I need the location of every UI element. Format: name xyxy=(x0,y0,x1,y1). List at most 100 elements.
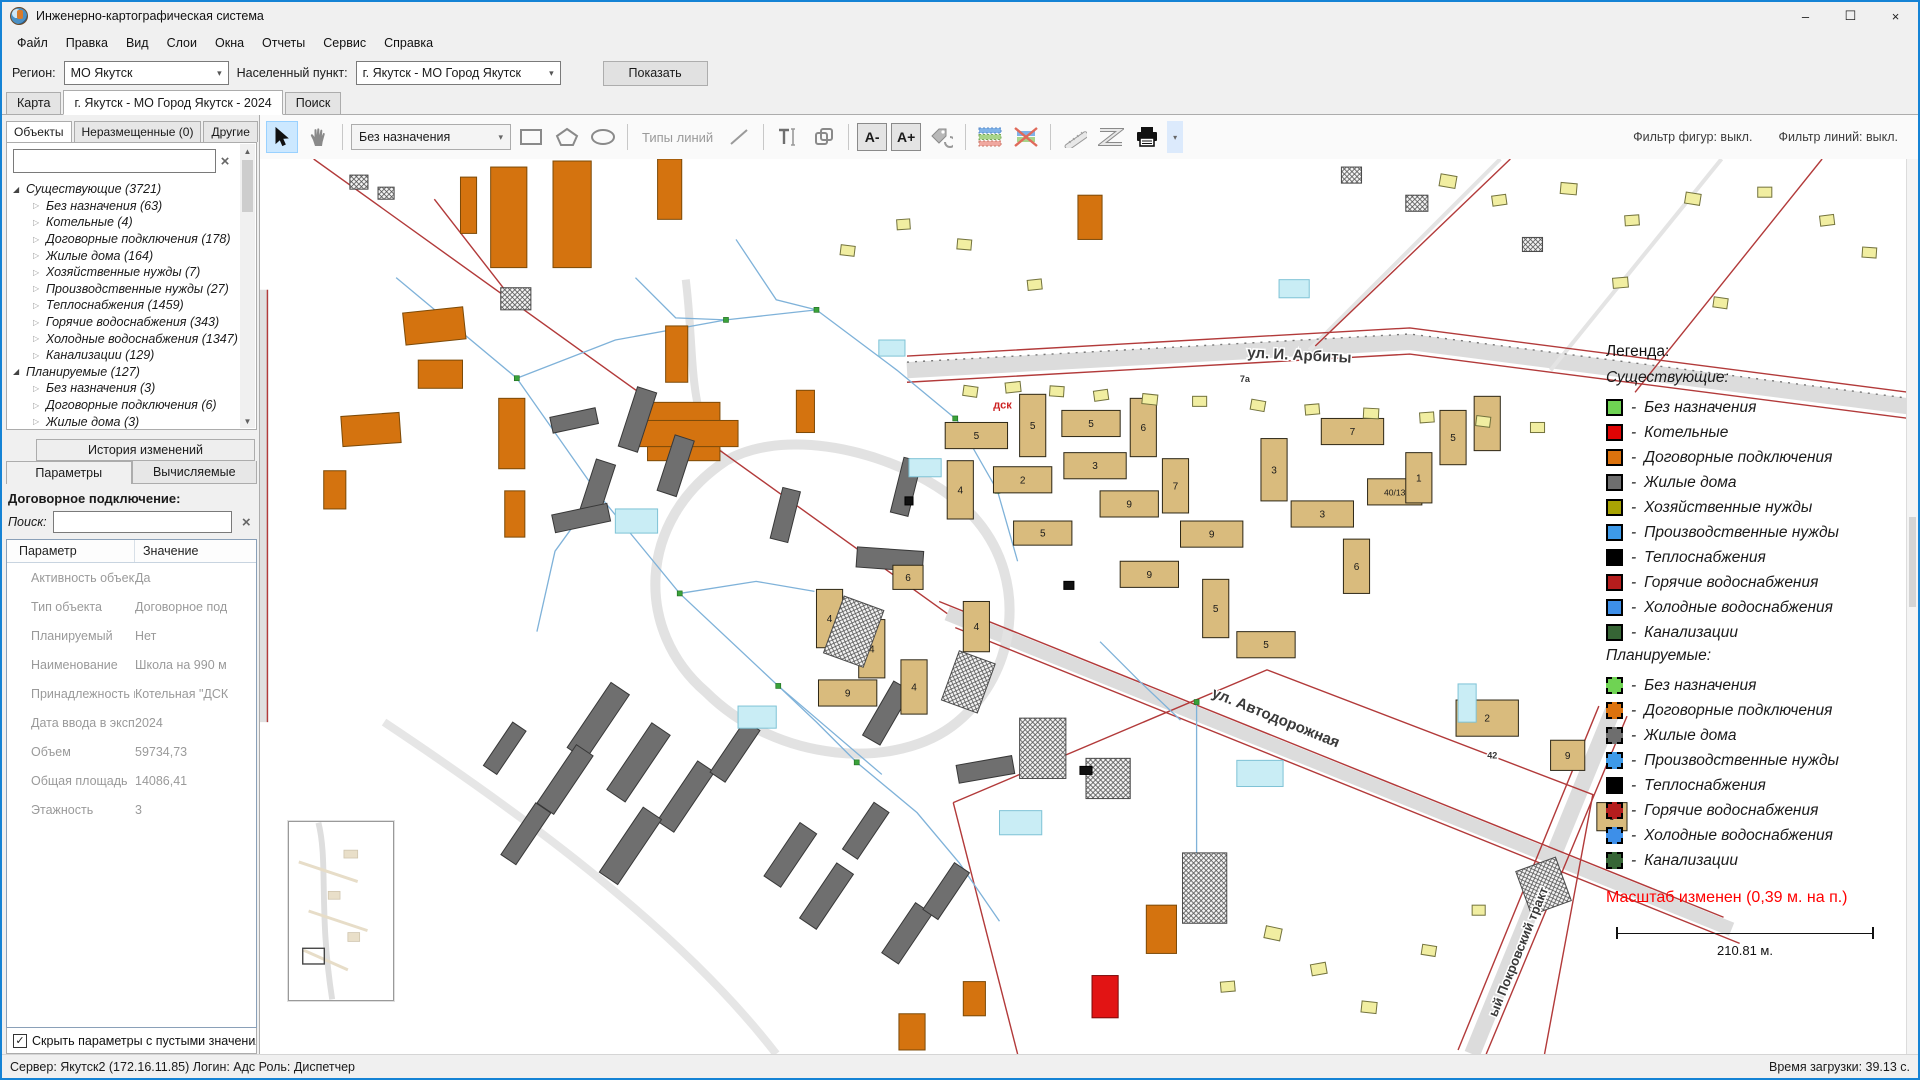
table-row[interactable]: Дата ввода в эксплуат 2024 xyxy=(7,708,256,737)
map-building[interactable]: 7 xyxy=(1321,418,1383,444)
purpose-select[interactable]: Без назначения ▾ xyxy=(351,124,511,150)
map-building[interactable] xyxy=(923,863,969,920)
boundary-line[interactable] xyxy=(314,159,948,614)
map-building[interactable] xyxy=(1092,976,1118,1018)
minimap[interactable] xyxy=(288,821,394,1001)
menu-item[interactable]: Вид xyxy=(117,33,158,53)
map-building[interactable] xyxy=(1341,167,1361,183)
main-tab[interactable]: Поиск xyxy=(285,92,342,114)
clear-search-icon[interactable]: × xyxy=(216,153,234,170)
minimize-button[interactable]: – xyxy=(1783,2,1828,30)
map-building[interactable] xyxy=(1279,280,1309,298)
map-building[interactable]: 3 xyxy=(1261,439,1287,501)
tree-item[interactable]: ▷ Теплоснабжения (1459) xyxy=(13,297,256,314)
map-building[interactable]: 9 xyxy=(1181,521,1243,547)
map-building[interactable] xyxy=(1305,404,1320,415)
map-building[interactable] xyxy=(657,761,714,832)
tree-expander-icon[interactable]: ▷ xyxy=(33,251,46,260)
sidebar-tab[interactable]: Объекты xyxy=(6,121,72,143)
tree-scrollbar[interactable]: ▲ ▼ xyxy=(240,144,255,428)
map-building[interactable] xyxy=(1078,195,1102,239)
map-building[interactable] xyxy=(537,745,593,815)
map-building[interactable] xyxy=(1625,215,1640,226)
network-node[interactable] xyxy=(953,416,958,421)
tree-item[interactable]: ▷ Горячие водоснабжения (343) xyxy=(13,314,256,331)
map-building[interactable] xyxy=(770,487,800,542)
boundary-line[interactable] xyxy=(1315,159,1510,346)
map-building[interactable] xyxy=(1250,399,1266,411)
table-row[interactable]: Принадлежность к ко Котельная "ДСК xyxy=(7,679,256,708)
print-button[interactable] xyxy=(1131,121,1163,153)
map-building[interactable] xyxy=(666,326,688,382)
labels-refresh-button[interactable] xyxy=(925,121,957,153)
settlement-select[interactable]: г. Якутск - МО Город Якутск ▾ xyxy=(356,61,561,85)
map-building[interactable] xyxy=(963,982,985,1016)
map-building[interactable] xyxy=(1020,718,1066,778)
tree-item[interactable]: ▷ Холодные водоснабжения (1347) xyxy=(13,330,256,347)
layers-fill-off-button[interactable] xyxy=(1010,121,1042,153)
pipe-line[interactable] xyxy=(680,581,815,593)
map-building[interactable] xyxy=(941,651,995,713)
map-building[interactable]: 5 xyxy=(1014,521,1072,545)
region-select[interactable]: МО Якутск ▾ xyxy=(64,61,229,85)
tree-expander-icon[interactable]: ▷ xyxy=(33,218,46,227)
tree-expander-icon[interactable]: ▷ xyxy=(33,384,46,393)
tree-expander-icon[interactable]: ▷ xyxy=(33,417,46,426)
map-building[interactable] xyxy=(1310,962,1327,976)
map-building[interactable] xyxy=(956,756,1015,784)
menu-item[interactable]: Справка xyxy=(375,33,442,53)
map-building[interactable] xyxy=(378,187,394,199)
map-building[interactable] xyxy=(1713,297,1728,309)
map-building[interactable] xyxy=(1820,214,1835,226)
map-building[interactable]: 9 xyxy=(1551,740,1585,770)
tree-item[interactable]: ▷ Канализации (129) xyxy=(13,347,256,364)
table-row[interactable]: Объем 59734,73 xyxy=(7,737,256,766)
scroll-up-icon[interactable]: ▲ xyxy=(244,144,252,158)
main-tab[interactable]: Карта xyxy=(6,92,61,114)
map-building[interactable] xyxy=(1027,279,1042,290)
map-building[interactable] xyxy=(499,398,525,468)
draw-line-button[interactable] xyxy=(723,121,755,153)
map-building[interactable]: 9 xyxy=(1100,491,1158,517)
tree-item[interactable]: ▷ Без назначения (63) xyxy=(13,198,256,215)
map-building[interactable] xyxy=(491,167,527,268)
network-node[interactable] xyxy=(776,683,781,688)
map-canvas[interactable]: 542553697995337640/1329944946451575 ул. … xyxy=(260,159,1918,1054)
map-building[interactable] xyxy=(897,219,911,230)
map-building[interactable] xyxy=(1439,174,1457,189)
map-building[interactable]: 4 xyxy=(963,601,989,651)
map-building[interactable] xyxy=(1458,684,1476,722)
map-scrollbar[interactable] xyxy=(1906,159,1918,1054)
show-button[interactable]: Показать xyxy=(603,61,708,86)
map-building[interactable] xyxy=(501,288,531,310)
tree-expander-icon[interactable]: ▷ xyxy=(33,401,46,410)
map-building[interactable] xyxy=(1005,381,1021,393)
map-building[interactable]: 4 xyxy=(947,461,973,519)
network-node[interactable] xyxy=(677,591,682,596)
tree-expander-icon[interactable]: ◢ xyxy=(13,367,26,376)
network-node[interactable] xyxy=(723,317,728,322)
sidebar-tab[interactable]: Неразмещенные (0) xyxy=(74,121,202,142)
map-building[interactable]: 5 xyxy=(1020,394,1046,456)
font-increase-button[interactable]: A+ xyxy=(891,123,921,151)
tree-expander-icon[interactable]: ◢ xyxy=(13,185,26,194)
map-building[interactable]: 9 xyxy=(818,680,876,706)
map-building[interactable] xyxy=(1363,408,1379,419)
menu-item[interactable]: Сервис xyxy=(314,33,375,53)
measure-path-button[interactable] xyxy=(1095,121,1127,153)
menu-item[interactable]: Правка xyxy=(57,33,117,53)
tree-expander-icon[interactable]: ▷ xyxy=(33,301,46,310)
map-building[interactable] xyxy=(905,497,913,505)
menu-item[interactable]: Файл xyxy=(8,33,57,53)
map-building[interactable] xyxy=(1530,422,1544,432)
layers-fill-button[interactable] xyxy=(974,121,1006,153)
map-building[interactable] xyxy=(879,340,905,356)
map-building[interactable]: 6 xyxy=(1130,398,1156,456)
tree-item[interactable]: ▷ Без назначения (3) xyxy=(13,380,256,397)
map-building[interactable] xyxy=(483,722,526,774)
map-building[interactable] xyxy=(1142,394,1158,406)
font-decrease-button[interactable]: A- xyxy=(857,123,887,151)
map-building[interactable] xyxy=(1183,853,1227,923)
map-building[interactable] xyxy=(957,239,972,250)
map-building[interactable]: 5 xyxy=(1062,410,1120,436)
